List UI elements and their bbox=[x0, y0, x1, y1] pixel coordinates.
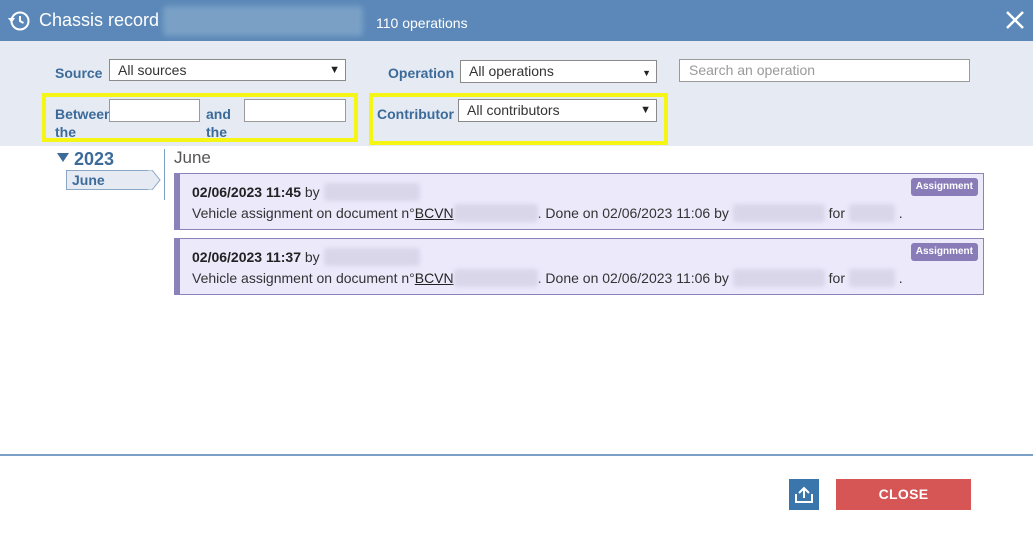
triangle-down-icon bbox=[57, 153, 69, 162]
redacted-user bbox=[732, 269, 825, 287]
operation-header: 02/06/2023 11:37 by bbox=[192, 248, 420, 266]
operation-description: Vehicle assignment on document n°BCVN . D… bbox=[192, 204, 903, 222]
between-label: Between the bbox=[55, 106, 113, 140]
operation-card: 02/06/2023 11:37 by Vehicle assignment o… bbox=[174, 238, 984, 295]
operation-type-badge: Assignment bbox=[910, 243, 978, 261]
operation-end-text: . bbox=[898, 205, 903, 221]
redacted-doc-number bbox=[453, 269, 538, 287]
footer-divider bbox=[0, 454, 1033, 456]
source-label: Source bbox=[55, 65, 103, 81]
operation-datetime: 02/06/2023 11:45 bbox=[192, 184, 301, 200]
operation-text: Vehicle assignment on document n° bbox=[192, 205, 415, 221]
timeline-month[interactable]: June bbox=[66, 170, 152, 190]
operation-datetime: 02/06/2023 11:37 bbox=[192, 249, 301, 265]
month-arrow-tip-icon bbox=[148, 170, 161, 190]
close-button[interactable]: CLOSE bbox=[836, 479, 971, 510]
contributor-select[interactable]: All contributors ▼ bbox=[458, 99, 657, 122]
redacted-target bbox=[848, 269, 895, 287]
timeline-divider bbox=[164, 149, 165, 200]
document-link[interactable]: BCVN bbox=[415, 270, 454, 286]
source-select-value: All sources bbox=[118, 62, 187, 78]
redacted-author bbox=[323, 183, 420, 201]
chevron-down-icon: ▼ bbox=[640, 104, 651, 116]
timeline-month-label: June bbox=[72, 172, 105, 188]
operation-description: Vehicle assignment on document n°BCVN . D… bbox=[192, 269, 903, 287]
month-heading: June bbox=[174, 148, 211, 167]
operation-for-text: for bbox=[828, 270, 846, 286]
operation-text: Vehicle assignment on document n° bbox=[192, 270, 415, 286]
operation-count: 110 operations bbox=[376, 15, 468, 31]
redacted-doc-number bbox=[453, 204, 538, 222]
document-link[interactable]: BCVN bbox=[415, 205, 454, 221]
chevron-down-icon: ▼ bbox=[329, 64, 340, 76]
date-from-input[interactable] bbox=[109, 99, 200, 122]
operation-type-badge: Assignment bbox=[910, 178, 978, 196]
operation-by: by bbox=[304, 249, 320, 265]
contributor-label: Contributor bbox=[377, 106, 454, 122]
operation-end-text: . bbox=[898, 270, 903, 286]
close-icon[interactable] bbox=[1004, 9, 1026, 31]
operation-select[interactable]: All operations ▼ bbox=[460, 60, 657, 83]
operation-done-text: . Done on 02/06/2023 11:06 by bbox=[537, 270, 729, 286]
caret-down-icon: ▼ bbox=[642, 68, 651, 78]
redacted-target bbox=[848, 204, 895, 222]
operation-select-value: All operations bbox=[469, 63, 554, 79]
operation-card: 02/06/2023 11:45 by Vehicle assignment o… bbox=[174, 173, 984, 230]
search-placeholder: Search an operation bbox=[689, 62, 816, 78]
search-operation-input[interactable]: Search an operation bbox=[679, 59, 970, 82]
redacted-author bbox=[323, 248, 420, 266]
export-icon bbox=[795, 486, 813, 503]
operation-label: Operation bbox=[388, 65, 455, 81]
redacted-user bbox=[732, 204, 825, 222]
timeline-year: 2023 bbox=[74, 149, 115, 169]
operation-for-text: for bbox=[828, 205, 846, 221]
export-button[interactable] bbox=[789, 479, 819, 510]
history-icon bbox=[8, 11, 30, 31]
operation-header: 02/06/2023 11:45 by bbox=[192, 183, 420, 201]
date-to-input[interactable] bbox=[244, 99, 346, 122]
operation-by: by bbox=[304, 184, 320, 200]
source-select[interactable]: All sources ▼ bbox=[109, 59, 346, 81]
title-bar: Chassis record 110 operations bbox=[0, 0, 1033, 41]
redacted-chassis-id bbox=[163, 6, 363, 36]
contributor-select-value: All contributors bbox=[467, 102, 560, 118]
and-label: and the bbox=[206, 106, 231, 140]
operation-done-text: . Done on 02/06/2023 11:06 by bbox=[537, 205, 729, 221]
timeline-year-toggle[interactable]: 2023 bbox=[57, 149, 114, 170]
window-title: Chassis record bbox=[39, 10, 160, 30]
